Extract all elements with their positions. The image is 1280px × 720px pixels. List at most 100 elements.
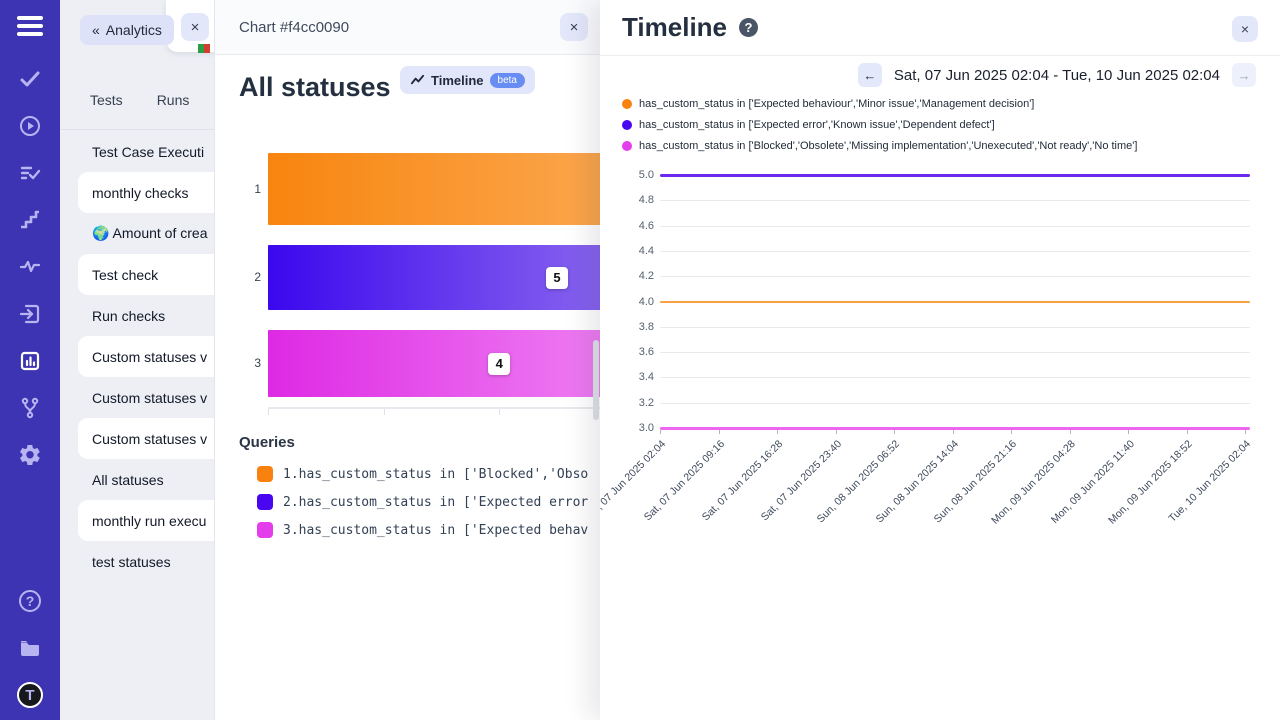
- chevron-left-icon: «: [92, 22, 100, 38]
- bar-axis-tick: [384, 409, 385, 415]
- gridline: [660, 251, 1250, 252]
- gridline: [660, 428, 1250, 429]
- y-axis-tick-label: 4.2: [620, 270, 654, 282]
- list-item[interactable]: Custom statuses v: [78, 336, 214, 377]
- list-item[interactable]: Run checks: [60, 295, 214, 336]
- runs-play-icon[interactable]: [17, 113, 43, 139]
- legend-item: has_custom_status in ['Expected error','…: [622, 119, 1137, 131]
- beta-badge: beta: [490, 73, 525, 88]
- list-item[interactable]: monthly run execu: [78, 500, 214, 541]
- profile-avatar[interactable]: T: [17, 682, 43, 708]
- x-axis-tick-label: Sun, 08 Jun 2025 06:52: [815, 438, 902, 525]
- menu-icon[interactable]: [17, 16, 43, 36]
- pulse-icon[interactable]: [17, 254, 43, 280]
- milestones-steps-icon[interactable]: [17, 207, 43, 233]
- list-item[interactable]: monthly checks: [78, 172, 214, 213]
- timeline-help-icon[interactable]: ?: [739, 18, 758, 37]
- timeline-legend: has_custom_status in ['Expected behaviou…: [622, 98, 1137, 152]
- bar-segment[interactable]: [268, 153, 600, 225]
- mini-flag-icon: [198, 44, 210, 53]
- list-item[interactable]: Test Case Executi: [60, 131, 214, 172]
- timeline-close-icon[interactable]: ×: [1232, 16, 1258, 42]
- legend-dot: [622, 120, 632, 130]
- list-item[interactable]: All statuses: [60, 459, 214, 500]
- saved-charts-list: Test Case Executimonthly checks🌍 Amount …: [60, 131, 214, 582]
- legend-label: has_custom_status in ['Expected behaviou…: [639, 98, 1034, 110]
- analytics-back-button[interactable]: « Analytics: [80, 15, 174, 45]
- chart-panel-close-icon[interactable]: ×: [560, 13, 588, 41]
- date-next-icon[interactable]: →: [1232, 63, 1256, 87]
- settings-gear-icon[interactable]: [17, 442, 43, 468]
- bar-x-axis: [268, 407, 600, 409]
- bar-value-label: 5: [546, 267, 568, 289]
- bar-value-label: 4: [488, 353, 510, 375]
- timeline-toggle-label: Timeline: [431, 73, 484, 88]
- tests-check-icon[interactable]: [17, 66, 43, 92]
- x-axis-tick-label: Mon, 09 Jun 2025 04:28: [989, 438, 1078, 527]
- timeline-title: Timeline: [622, 12, 727, 43]
- sidebar-close-icon[interactable]: ×: [181, 13, 209, 41]
- test-plans-icon[interactable]: [17, 160, 43, 186]
- sidebar-divider: [60, 129, 214, 130]
- series-line[interactable]: [660, 427, 1250, 430]
- bar-category-label: 3: [245, 330, 261, 397]
- projects-folder-icon[interactable]: [17, 635, 43, 661]
- date-range-label: Sat, 07 Jun 2025 02:04 - Tue, 10 Jun 202…: [894, 67, 1220, 84]
- series-line[interactable]: [660, 301, 1250, 304]
- list-item[interactable]: 🌍 Amount of crea: [60, 213, 214, 254]
- x-axis-tick: [1128, 430, 1129, 434]
- y-axis-tick-label: 4.6: [620, 220, 654, 232]
- list-item[interactable]: Custom statuses v: [60, 377, 214, 418]
- scrollbar-thumb[interactable]: [593, 340, 599, 420]
- gridline: [660, 226, 1250, 227]
- x-axis-tick-label: Sun, 08 Jun 2025 21:16: [932, 438, 1019, 525]
- bar-segment[interactable]: [268, 330, 600, 397]
- y-axis-tick-label: 3.8: [620, 321, 654, 333]
- query-text: 2.has_custom_status in ['Expected error: [283, 495, 588, 510]
- bar-category-label: 2: [245, 245, 261, 310]
- timeline-toggle-button[interactable]: Timeline beta: [400, 66, 535, 94]
- x-axis-tick: [1245, 430, 1246, 434]
- bar-axis-tick: [499, 409, 500, 415]
- import-icon[interactable]: [17, 301, 43, 327]
- chart-heading: All statuses: [239, 72, 391, 103]
- x-axis-tick-label: Sat, 07 Jun 2025 23:40: [759, 438, 844, 523]
- list-item[interactable]: Custom statuses v: [78, 418, 214, 459]
- legend-label: has_custom_status in ['Expected error','…: [639, 119, 995, 131]
- query-color-swatch: [257, 494, 273, 510]
- y-axis-tick-label: 3.2: [620, 397, 654, 409]
- x-axis-tick-label: Tue, 10 Jun 2025 02:04: [1167, 438, 1254, 525]
- date-prev-icon[interactable]: ←: [858, 63, 882, 87]
- list-item[interactable]: test statuses: [60, 541, 214, 582]
- gridline: [660, 200, 1250, 201]
- gridline: [660, 352, 1250, 353]
- query-text: 1.has_custom_status in ['Blocked','Obso: [283, 467, 588, 482]
- x-axis-tick: [836, 430, 837, 434]
- x-axis-tick-label: Mon, 09 Jun 2025 18:52: [1106, 438, 1195, 527]
- chart-detail-panel: Chart #f4cc0090 × All statuses Timeline …: [215, 0, 600, 720]
- bar-axis-tick: [268, 409, 269, 415]
- query-text: 3.has_custom_status in ['Expected behav: [283, 523, 588, 538]
- analytics-back-label: Analytics: [106, 22, 162, 38]
- help-icon[interactable]: ?: [17, 588, 43, 614]
- timeline-header-divider: [600, 55, 1280, 56]
- analytics-chart-icon[interactable]: [17, 348, 43, 374]
- timeline-panel: Timeline ? × ← Sat, 07 Jun 2025 02:04 - …: [600, 0, 1280, 720]
- query-color-swatch: [257, 466, 273, 482]
- tab-runs[interactable]: Runs: [157, 92, 190, 108]
- x-axis-tick: [1187, 430, 1188, 434]
- query-row: 2.has_custom_status in ['Expected error: [257, 494, 600, 510]
- gridline: [660, 276, 1250, 277]
- sidebar-tabs: Tests Runs: [60, 92, 214, 108]
- x-axis-tick: [777, 430, 778, 434]
- y-axis-tick-label: 4.0: [620, 296, 654, 308]
- list-item[interactable]: Test check: [78, 254, 214, 295]
- tab-tests[interactable]: Tests: [90, 92, 123, 108]
- branches-icon[interactable]: [17, 395, 43, 421]
- y-axis-tick-label: 4.8: [620, 194, 654, 206]
- y-axis-tick-label: 4.4: [620, 245, 654, 257]
- x-axis-tick-label: Sat, 07 Jun 2025 16:28: [700, 438, 785, 523]
- analytics-sidebar: « Analytics × Tests Runs Test Case Execu…: [60, 0, 215, 720]
- gridline: [660, 302, 1250, 303]
- series-line[interactable]: [660, 174, 1250, 177]
